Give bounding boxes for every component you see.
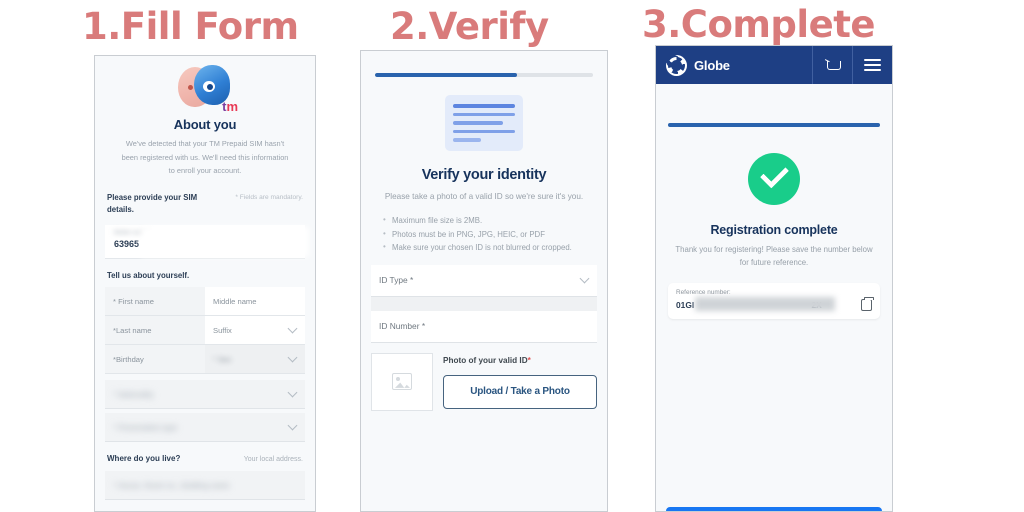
last-name-label: *Last name — [113, 325, 152, 335]
success-check-icon — [748, 152, 800, 205]
nationality-field[interactable]: * Nationality — [105, 380, 305, 410]
mandatory-note: * Fields are mandatory. — [235, 194, 303, 202]
app-name: Globe — [694, 57, 730, 73]
presentation-type-field[interactable]: * Presentation type — [105, 413, 305, 443]
name-row-2: *Last name Suffix — [105, 316, 305, 346]
chevron-down-icon — [287, 387, 298, 398]
redaction-overlay — [141, 227, 309, 258]
middle-name-label: Middle name — [213, 296, 257, 306]
screenshot-root: 1.Fill Form 2.Verify 3.Complete tm About… — [0, 0, 1024, 512]
copy-icon[interactable] — [861, 297, 874, 311]
mobile-number-value: 63965 — [114, 239, 140, 250]
address-section-header: Where do you live? Your local address. — [95, 442, 315, 471]
suffix-label: Suffix — [213, 325, 232, 335]
birthday-label: *Birthday — [113, 354, 144, 364]
verify-heading: Verify your identity — [421, 167, 547, 183]
address-label: * House, Room no., Building name — [113, 480, 230, 490]
photo-upload-section: Photo of your valid ID* Upload / Take a … — [361, 343, 607, 411]
cart-icon — [825, 59, 841, 72]
photo-field-label: Photo of your valid ID* — [443, 353, 597, 365]
menu-button[interactable] — [852, 46, 892, 84]
id-type-field[interactable]: ID Type * — [371, 264, 597, 297]
step-title-3: 3.Complete — [642, 3, 875, 46]
address-note: Your local address. — [243, 456, 303, 464]
progress-bar-fill — [375, 73, 517, 77]
step-title-2: 2.Verify — [390, 5, 549, 48]
registration-complete-description: Thank you for registering! Please save t… — [675, 244, 873, 268]
reference-prefix: 01GI — [676, 299, 695, 310]
list-item: Photos must be in PNG, JPG, HEIC, or PDF — [383, 227, 593, 242]
panel-complete: Globe Registration complete Thank you fo… — [655, 45, 893, 512]
chevron-down-icon — [287, 352, 298, 363]
birthday-field[interactable]: *Birthday — [105, 345, 205, 375]
about-section-label: Tell us about yourself. — [107, 271, 190, 281]
first-name-label: * First name — [113, 296, 154, 306]
photo-label-text: Photo of your valid ID — [443, 355, 528, 365]
upload-photo-button[interactable]: Upload / Take a Photo — [443, 374, 597, 409]
field-spacer — [371, 296, 597, 311]
nationality-label: * Nationality — [113, 389, 154, 399]
id-type-label: ID Type * — [379, 275, 414, 286]
register-another-number-button[interactable]: Register another number — [666, 507, 882, 511]
progress-bar-fill — [668, 123, 880, 127]
mobile-number-field[interactable]: Mobile number 63965 — [105, 225, 309, 260]
about-you-description: We've detected that your TM Prepaid SIM … — [121, 139, 289, 176]
middle-name-field[interactable]: Middle name — [205, 287, 305, 317]
panel-verify: Verify your identity Please take a photo… — [360, 50, 608, 512]
address-field[interactable]: * House, Room no., Building name — [105, 471, 305, 501]
panel-fill-form: tm About you We've detected that your TM… — [94, 55, 316, 512]
globe-brand[interactable]: Globe — [656, 46, 812, 84]
verify-requirements-list: Maximum file size is 2MB. Photos must be… — [361, 204, 607, 255]
photo-preview-placeholder — [371, 352, 433, 411]
first-name-field[interactable]: * First name — [105, 287, 205, 317]
sim-section-label: Please provide your SIM details. — [107, 193, 198, 214]
image-placeholder-icon — [392, 373, 412, 391]
complete-body: Registration complete Thank you for regi… — [656, 123, 892, 511]
redaction-overlay — [695, 296, 835, 311]
presentation-type-label: * Presentation type — [113, 422, 178, 432]
about-you-heading: About you — [173, 117, 237, 132]
id-number-field[interactable]: ID Number * — [371, 310, 597, 343]
chevron-down-icon — [287, 420, 298, 431]
tm-logo-icon: tm — [174, 65, 238, 113]
chevron-down-icon — [287, 323, 298, 334]
list-item: Make sure your chosen ID is not blurred … — [383, 240, 593, 255]
registration-complete-heading: Registration complete — [710, 222, 838, 237]
cart-button[interactable] — [812, 46, 852, 84]
globe-app-header: Globe — [656, 46, 892, 84]
verify-description: Please take a photo of a valid ID so we'… — [384, 192, 584, 201]
progress-bar-track — [668, 123, 880, 127]
birthday-row: *Birthday * Sex — [105, 345, 305, 375]
sex-field[interactable]: * Sex — [205, 345, 305, 375]
reference-number-label: Reference number: — [676, 288, 731, 296]
reference-number-value: 01GIXXXXXXXXXXXXXXXXXXXXX2X — [676, 296, 855, 311]
required-asterisk: * — [527, 355, 531, 365]
list-item: Maximum file size is 2MB. — [383, 213, 593, 228]
chevron-down-icon — [579, 273, 590, 284]
sex-label: * Sex — [213, 354, 232, 364]
id-number-label: ID Number * — [379, 321, 426, 332]
document-illustration-icon — [445, 95, 523, 151]
progress-bar-track — [375, 73, 593, 77]
step-title-1: 1.Fill Form — [82, 5, 299, 48]
name-row-1: * First name Middle name — [105, 287, 305, 317]
address-section-label: Where do you live? — [107, 454, 181, 464]
last-name-field[interactable]: *Last name — [105, 316, 205, 346]
globe-logo-icon — [666, 54, 687, 76]
hamburger-menu-icon — [864, 59, 881, 71]
suffix-field[interactable]: Suffix — [205, 316, 305, 346]
reference-number-card: Reference number: 01GIXXXXXXXXXXXXXXXXXX… — [668, 282, 880, 319]
sim-section-header: Please provide your SIM details. * Field… — [95, 178, 315, 215]
